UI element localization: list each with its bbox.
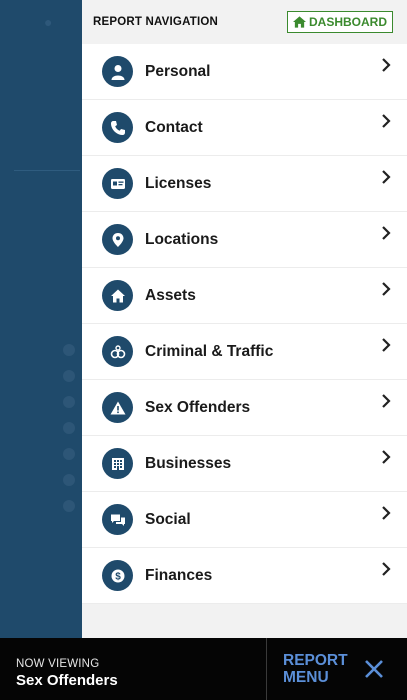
warning-icon <box>102 392 133 423</box>
nav-label: Personal <box>145 62 211 80</box>
chevron-right-icon <box>381 505 391 521</box>
chevron-right-icon <box>381 113 391 129</box>
svg-text:$: $ <box>115 571 121 582</box>
nav-label: Sex Offenders <box>145 398 251 416</box>
report-menu-label: REPORT MENU <box>283 652 355 686</box>
home-icon <box>102 280 133 311</box>
chevron-right-icon <box>381 393 391 409</box>
chat-icon <box>102 504 133 535</box>
nav-item-contact[interactable]: Contact <box>82 100 407 156</box>
nav-label: Finances <box>145 566 213 584</box>
background-bullet <box>63 396 75 408</box>
nav-item-finances[interactable]: $ Finances <box>82 548 407 604</box>
nav-item-sex-offenders[interactable]: Sex Offenders <box>82 380 407 436</box>
report-menu-line1: REPORT <box>283 652 348 669</box>
chevron-right-icon <box>381 449 391 465</box>
background-user-icon: ● <box>44 14 53 30</box>
nav-label: Locations <box>145 230 219 248</box>
nav-item-businesses[interactable]: Businesses <box>82 436 407 492</box>
phone-icon <box>102 112 133 143</box>
nav-label: Social <box>145 510 191 528</box>
nav-item-assets[interactable]: Assets <box>82 268 407 324</box>
dashboard-label: DASHBOARD <box>309 15 387 29</box>
nav-item-locations[interactable]: Locations <box>82 212 407 268</box>
report-menu-line2: MENU <box>283 669 329 686</box>
dollar-icon: $ <box>102 560 133 591</box>
person-icon <box>102 56 133 87</box>
dashboard-button[interactable]: DASHBOARD <box>287 11 393 33</box>
building-icon <box>102 448 133 479</box>
chevron-right-icon <box>381 57 391 73</box>
nav-item-licenses[interactable]: Licenses <box>82 156 407 212</box>
now-viewing-value: Sex Offenders <box>16 672 118 689</box>
background-bullet <box>63 448 75 460</box>
nav-label: Assets <box>145 286 196 304</box>
report-nav-list: Personal Contact Licenses Locations Asse… <box>82 44 407 604</box>
id-card-icon <box>102 168 133 199</box>
now-viewing-footer: NOW VIEWING Sex Offenders REPORT MENU <box>0 638 407 700</box>
drawer-title: REPORT NAVIGATION <box>93 16 219 28</box>
home-icon <box>293 16 306 28</box>
nav-label: Licenses <box>145 174 212 192</box>
nav-item-social[interactable]: Social <box>82 492 407 548</box>
drawer-header: REPORT NAVIGATION DASHBOARD <box>82 0 407 44</box>
chevron-right-icon <box>381 281 391 297</box>
handcuffs-icon <box>102 336 133 367</box>
nav-item-criminal-traffic[interactable]: Criminal & Traffic <box>82 324 407 380</box>
now-viewing-label: NOW VIEWING <box>16 658 100 670</box>
nav-label: Contact <box>145 118 203 136</box>
chevron-right-icon <box>381 169 391 185</box>
now-viewing: NOW VIEWING Sex Offenders <box>0 638 266 700</box>
chevron-right-icon <box>381 561 391 577</box>
nav-item-personal[interactable]: Personal <box>82 44 407 100</box>
report-navigation-drawer: REPORT NAVIGATION DASHBOARD Personal Con… <box>82 0 407 638</box>
nav-label: Criminal & Traffic <box>145 342 274 360</box>
background-divider <box>14 170 80 171</box>
report-menu-button[interactable]: REPORT MENU <box>267 638 407 700</box>
chevron-right-icon <box>381 225 391 241</box>
background-bullet <box>63 370 75 382</box>
background-bullet <box>63 344 75 356</box>
background-bullet <box>63 500 75 512</box>
nav-label: Businesses <box>145 454 232 472</box>
background-bullet <box>63 474 75 486</box>
chevron-right-icon <box>381 337 391 353</box>
close-icon[interactable] <box>363 658 385 680</box>
background-bullet <box>63 422 75 434</box>
map-pin-icon <box>102 224 133 255</box>
